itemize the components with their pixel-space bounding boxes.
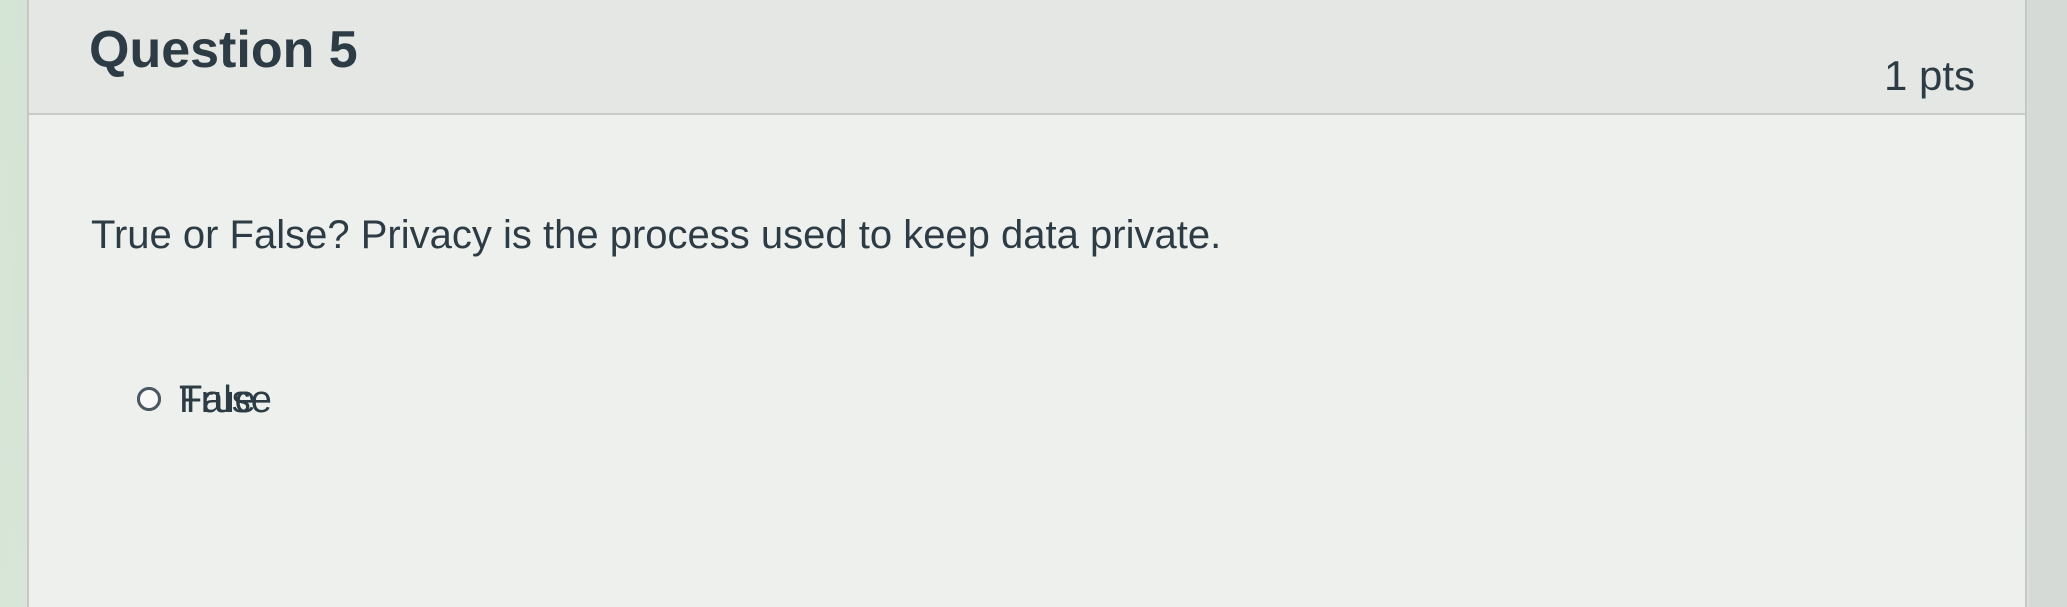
question-body: True or False? Privacy is the process us… bbox=[29, 115, 2025, 607]
answer-label-false: False bbox=[179, 379, 272, 421]
question-title: Question 5 bbox=[89, 21, 358, 79]
question-points: 1 pts bbox=[1883, 52, 1975, 99]
radio-button-false[interactable] bbox=[137, 387, 161, 411]
question-header: Question 5 1 pts bbox=[29, 0, 2025, 115]
question-card: Question 5 1 pts True or False? Privacy … bbox=[27, 0, 2027, 607]
question-prompt: True or False? Privacy is the process us… bbox=[91, 213, 1222, 257]
right-edge-strip bbox=[2029, 0, 2067, 607]
